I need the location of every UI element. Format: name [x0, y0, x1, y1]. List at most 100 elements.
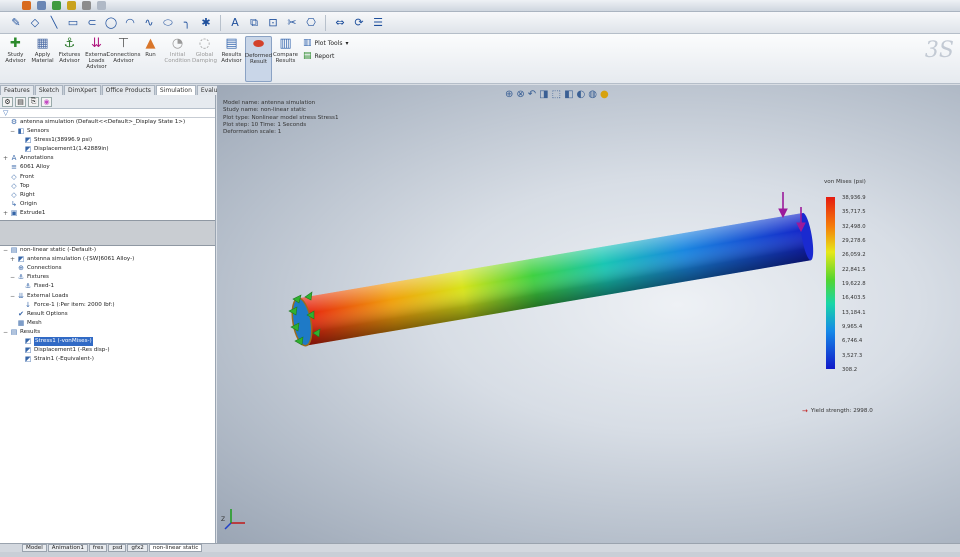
spline-icon[interactable]: ∿	[141, 15, 157, 31]
bottom-tab-fres[interactable]: fres	[88, 544, 108, 552]
save-icon[interactable]	[37, 1, 46, 10]
tree-node-label: Fixed-1	[34, 283, 55, 290]
feature-tree-item[interactable]: − ◧ Sensors	[0, 127, 215, 136]
tab-sketch[interactable]: Sketch	[34, 85, 64, 95]
offset-icon[interactable]: ⊡	[265, 15, 281, 31]
study-tree-item[interactable]: − ⚓ Fixtures	[0, 273, 215, 282]
study-tree-item[interactable]: − ▤ Results	[0, 328, 215, 337]
reference-triad-icon[interactable]: Z	[221, 505, 249, 533]
sketch-icon[interactable]: ✎	[8, 15, 24, 31]
text-icon[interactable]: A	[227, 15, 243, 31]
stressed-cylinder[interactable]	[289, 212, 816, 347]
tab-dimxpert[interactable]: DimXpert	[64, 85, 101, 95]
study-tree-item[interactable]: ⚓ Fixed-1	[0, 282, 215, 291]
feature-manager-tab-icon[interactable]: ⚙	[2, 96, 13, 107]
tree-node-icon: ⚓	[17, 273, 25, 282]
point-icon[interactable]: ✱	[198, 15, 214, 31]
tab-features[interactable]: Features	[0, 85, 34, 95]
tab-office-products[interactable]: Office Products	[101, 85, 155, 95]
property-manager-tab-icon[interactable]: ▤	[15, 96, 26, 107]
ellipse-icon[interactable]: ⬭	[160, 15, 176, 31]
graphics-area[interactable]: ⊕ ⊗ ↶ ◨ ⬚ ◧ ◐ ◍ ● Model name: antenna si…	[217, 85, 960, 543]
move-icon[interactable]: ⇔	[332, 15, 348, 31]
expand-toggle-icon[interactable]: −	[10, 292, 15, 301]
appearance-tab-icon[interactable]: ◉	[41, 96, 52, 107]
bottom-tab-psd[interactable]: psd	[108, 544, 127, 552]
feature-tree-item[interactable]: ◇ Top	[0, 182, 215, 191]
tree-node-icon: ▣	[10, 208, 18, 217]
bottom-tab-non-linear-static[interactable]: non-linear static	[148, 544, 203, 552]
command-manager: ✚ Study Advisor ▦ Apply Material ⚓ Fixtures A…	[0, 34, 960, 84]
new-icon[interactable]	[52, 1, 61, 10]
plot-tools-button[interactable]: ▥ Plot Tools ▾	[303, 38, 349, 48]
feature-tree-item[interactable]: ↳ Origin	[0, 200, 215, 209]
study-tree-item[interactable]: ⊕ Connections	[0, 264, 215, 273]
study-tree-item[interactable]: ✔ Result Options	[0, 310, 215, 319]
study-tree-item[interactable]: ↓ Force-1 (:Per item: 2000 lbf:)	[0, 301, 215, 310]
print-icon[interactable]	[67, 1, 76, 10]
study-tree-item[interactable]: ◩ Displacement1 (-Res disp-)	[0, 346, 215, 355]
expand-toggle-icon[interactable]: +	[10, 255, 15, 264]
feature-tree-item[interactable]: ◩ Stress1(38996.9 psi)	[0, 136, 215, 145]
feature-tree-item[interactable]: + A Annotations	[0, 154, 215, 163]
fixtures-advisor-button[interactable]: ⚓ Fixtures Advisor	[56, 36, 83, 82]
deformed-result-button[interactable]: ⬬ Deformed Result	[245, 36, 272, 82]
tree-node-icon: ⇊	[18, 291, 24, 300]
slot-icon[interactable]: ⊂	[84, 15, 100, 31]
bottom-tab-gfx2[interactable]: gfx2	[127, 544, 148, 552]
study-advisor-button[interactable]: ✚ Study Advisor	[2, 36, 29, 82]
tab-simulation[interactable]: Simulation	[155, 85, 196, 95]
feature-tree-item[interactable]: ◇ Right	[0, 191, 215, 200]
rectangle-icon[interactable]: ▭	[65, 15, 81, 31]
line-icon[interactable]: ╲	[46, 15, 62, 31]
mirror-icon[interactable]: ⧉	[246, 15, 262, 31]
feature-tree-item[interactable]: ◇ Front	[0, 173, 215, 182]
expand-toggle-icon[interactable]: −	[10, 273, 15, 282]
study-tree-item[interactable]: ◩ Strain1 (-Equivalent-)	[0, 355, 215, 364]
expand-toggle-icon[interactable]: +	[3, 209, 8, 218]
results-advisor-button[interactable]: ▤ Results Advisor	[218, 36, 245, 82]
feature-tree-item[interactable]: + ▣ Extrude1	[0, 209, 215, 218]
compare-results-button[interactable]: ▥ Compare Results	[272, 36, 299, 82]
command-manager-tabs: Features Sketch DimXpert Office Products Sim…	[0, 85, 232, 95]
bottom-tab-model[interactable]: Model	[22, 544, 47, 552]
initial-condition-button[interactable]: ◔ Initial Condition	[164, 36, 191, 82]
expand-toggle-icon[interactable]: −	[3, 246, 8, 255]
tree-node-label: Result Options	[27, 310, 68, 317]
circle-icon[interactable]: ◯	[103, 15, 119, 31]
feature-tree-item[interactable]: ◩ Displacement1(1.42889in)	[0, 145, 215, 154]
filter-icon[interactable]: ▽	[0, 109, 215, 118]
run-icon: ▲	[145, 36, 156, 51]
options-icon[interactable]: ☰	[370, 15, 386, 31]
study-tree-item[interactable]: − ▤ non-linear static (-Default-)	[0, 246, 215, 255]
convert-icon[interactable]: ⎔	[303, 15, 319, 31]
expand-toggle-icon[interactable]: −	[10, 127, 15, 136]
legend-tick-label: 32,498.0	[842, 223, 866, 230]
expand-toggle-icon[interactable]: +	[3, 154, 8, 163]
rebuild-icon[interactable]: ⟳	[351, 15, 367, 31]
connections-advisor-button[interactable]: ⊤ Connections Advisor	[107, 36, 141, 82]
global-damping-button[interactable]: ◌ Global Damping	[191, 36, 218, 82]
report-button[interactable]: ▤ Report	[303, 51, 349, 61]
panel-splitter[interactable]	[0, 220, 215, 247]
fillet-icon[interactable]: ╮	[179, 15, 195, 31]
bottom-tab-animation1[interactable]: Animation1	[47, 544, 88, 552]
study-tree-item[interactable]: ▦ Mesh	[0, 319, 215, 328]
solidworks-window: ✎ ◇ ╲ ▭ ⊂ ◯ ◠ ∿ ⬭ ╮ ✱ A ⧉ ⊡ ✂ ⎔ ⇔ ⟳ ☰ ✚ Study Advisor ▦ Apply…	[0, 0, 960, 557]
study-tree-item[interactable]: ◩ Stress1 (-vonMises-)	[0, 336, 215, 347]
run-button[interactable]: ▲ Run	[137, 36, 164, 82]
configuration-manager-tab-icon[interactable]: ⎘	[28, 96, 39, 107]
feature-tree-item[interactable]: ≡ 6061 Alloy	[0, 163, 215, 172]
open-icon[interactable]	[22, 1, 31, 10]
feature-tree-item[interactable]: ⚙ antenna simulation (Default<<Default>_D…	[0, 118, 215, 127]
undo-icon[interactable]	[82, 1, 91, 10]
expand-toggle-icon[interactable]: −	[3, 328, 8, 337]
smart-dimension-icon[interactable]: ◇	[27, 15, 43, 31]
redo-icon[interactable]	[97, 1, 106, 10]
arc-icon[interactable]: ◠	[122, 15, 138, 31]
study-tree-item[interactable]: − ⇊ External Loads	[0, 292, 215, 301]
trim-icon[interactable]: ✂	[284, 15, 300, 31]
study-tree-item[interactable]: + ◩ antenna simulation (-[SW]6061 Alloy-)	[0, 255, 215, 264]
bottom-tab-strip: Model Animation1 fres psd gfx2 non-linear sta…	[0, 543, 960, 552]
apply-material-button[interactable]: ▦ Apply Material	[29, 36, 56, 82]
